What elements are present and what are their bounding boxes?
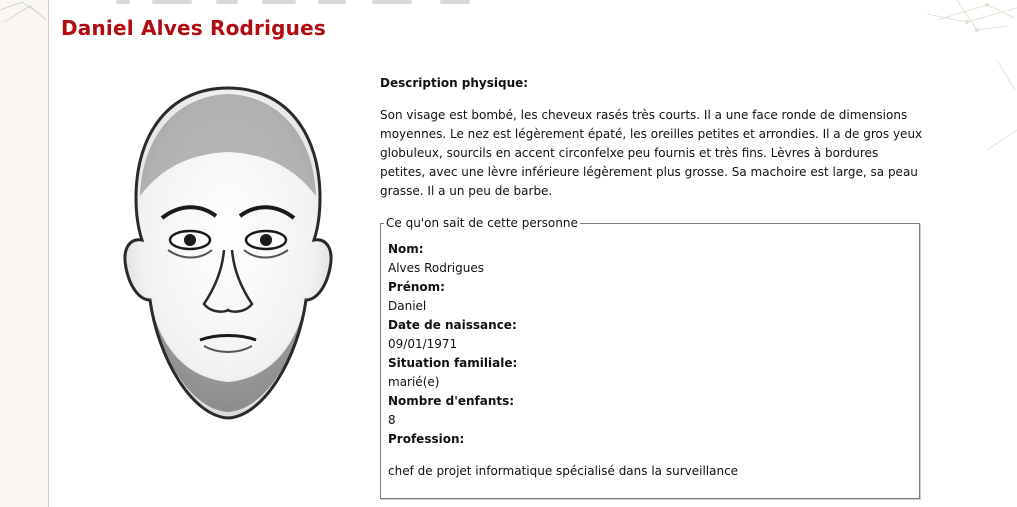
field-value-nom: Alves Rodrigues bbox=[388, 261, 484, 275]
field-label-profession: Profession: bbox=[388, 432, 465, 446]
field-value-enfants: 8 bbox=[388, 413, 396, 427]
field-value-date-naissance: 09/01/1971 bbox=[388, 337, 458, 351]
field-value-prenom: Daniel bbox=[388, 299, 427, 313]
page-title: Daniel Alves Rodrigues bbox=[61, 16, 326, 40]
field-label-date-naissance: Date de naissance: bbox=[388, 318, 517, 332]
description-text: Son visage est bombé, les cheveux rasés … bbox=[380, 108, 923, 198]
info-fieldset: Ce qu'on sait de cette personne Nom: Alv… bbox=[380, 215, 920, 499]
field-value-profession: chef de projet informatique spécialisé d… bbox=[388, 464, 739, 478]
field-label-situation: Situation familiale: bbox=[388, 356, 518, 370]
portrait-sketch-icon bbox=[123, 86, 333, 420]
field-label-prenom: Prénom: bbox=[388, 280, 445, 294]
field-label-nom: Nom: bbox=[388, 242, 424, 256]
corner-decoration bbox=[927, 0, 1017, 151]
info-legend: Ce qu'on sait de cette personne bbox=[384, 215, 580, 231]
field-label-enfants: Nombre d'enfants: bbox=[388, 394, 515, 408]
description-heading: Description physique: bbox=[380, 76, 529, 90]
field-value-situation: marié(e) bbox=[388, 375, 440, 389]
left-margin-strip bbox=[0, 0, 49, 507]
info-list: Nom: Alves Rodrigues Prénom: Daniel Date… bbox=[388, 240, 517, 449]
